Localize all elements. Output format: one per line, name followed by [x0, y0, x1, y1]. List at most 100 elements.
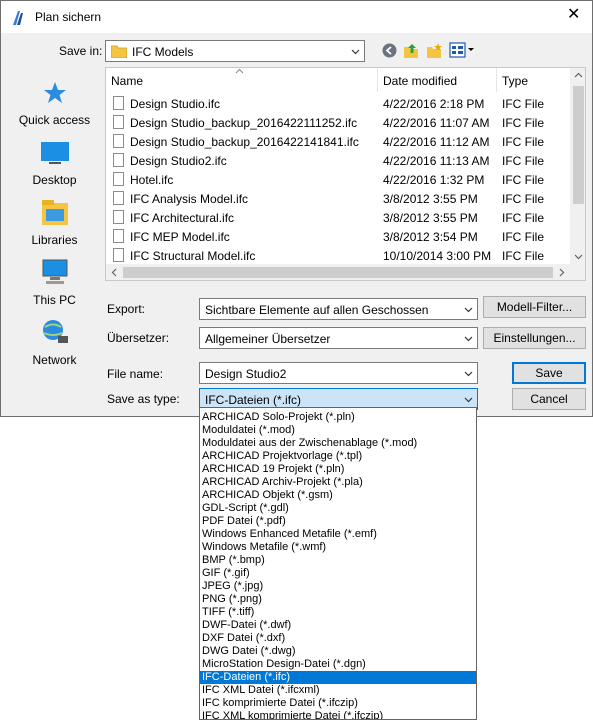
file-icon — [113, 191, 124, 205]
file-name: Design Studio_backup_2016422111252.ifc — [130, 116, 358, 130]
file-date: 3/8/2012 3:55 PM — [383, 211, 478, 225]
file-icon — [113, 96, 124, 110]
file-date: 4/22/2016 11:13 AM — [383, 154, 490, 168]
file-list-header: Name Date modified Type — [106, 68, 571, 92]
translator-combo[interactable]: Allgemeiner Übersetzer — [199, 327, 478, 349]
model-filter-button[interactable]: Modell-Filter... — [483, 296, 586, 318]
export-label: Export: — [107, 302, 146, 316]
file-date: 3/8/2012 3:55 PM — [383, 192, 478, 206]
file-type: IFC File — [502, 97, 544, 111]
file-type-option[interactable]: MicroStation Design-Datei (*.dgn) — [200, 658, 476, 671]
file-type-option[interactable]: Windows Metafile (*.wmf) — [200, 541, 476, 554]
place-label: Network — [32, 353, 77, 367]
place-desktop[interactable]: Desktop — [6, 135, 103, 193]
save-button[interactable]: Save — [512, 362, 586, 384]
file-name: IFC MEP Model.ifc — [130, 230, 230, 244]
column-header-date[interactable]: Date modified — [383, 74, 457, 88]
star-icon — [44, 82, 66, 103]
save-in-combo[interactable]: IFC Models — [105, 40, 365, 62]
file-type-option[interactable]: PDF Datei (*.pdf) — [200, 515, 476, 528]
export-value: Sichtbare Elemente auf allen Geschossen — [205, 303, 429, 317]
file-type: IFC File — [502, 173, 544, 187]
file-type-option[interactable]: PNG (*.png) — [200, 593, 476, 606]
file-type: IFC File — [502, 135, 544, 149]
file-type-option[interactable]: ARCHICAD Solo-Projekt (*.pln) — [200, 411, 476, 424]
file-type-option[interactable]: Windows Enhanced Metafile (*.emf) — [200, 528, 476, 541]
file-type-option[interactable]: ARCHICAD Archiv-Projekt (*.pla) — [200, 476, 476, 489]
file-type-option[interactable]: BMP (*.bmp) — [200, 554, 476, 567]
chevron-down-icon — [351, 49, 360, 55]
file-type-option[interactable]: ARCHICAD Projektvorlage (*.tpl) — [200, 450, 476, 463]
new-folder-icon[interactable] — [426, 42, 443, 59]
file-row[interactable]: IFC Architectural.ifc 3/8/2012 3:55 PM I… — [106, 208, 571, 227]
translator-label: Übersetzer: — [107, 331, 170, 345]
place-label: Quick access — [18, 113, 91, 127]
place-this-pc[interactable]: This PC — [6, 255, 103, 313]
file-row[interactable]: IFC MEP Model.ifc 3/8/2012 3:54 PM IFC F… — [106, 227, 571, 246]
file-row[interactable]: Design Studio_backup_2016422111252.ifc 4… — [106, 113, 571, 132]
column-header-type[interactable]: Type — [502, 74, 528, 88]
cancel-button[interactable]: Cancel — [512, 388, 586, 410]
scroll-up-icon[interactable] — [574, 72, 583, 78]
view-menu-icon[interactable] — [449, 42, 475, 58]
desktop-icon — [41, 142, 69, 164]
archicad-app-icon — [13, 11, 23, 25]
file-type-option[interactable]: GIF (*.gif) — [200, 567, 476, 580]
scroll-right-icon[interactable] — [559, 268, 565, 277]
window-title: Plan sichern — [35, 10, 102, 24]
horizontal-scrollbar[interactable] — [106, 264, 570, 280]
file-name: IFC Analysis Model.ifc — [130, 192, 249, 206]
chevron-down-icon — [464, 371, 473, 377]
settings-button[interactable]: Einstellungen... — [483, 327, 586, 349]
up-folder-icon[interactable] — [403, 42, 420, 59]
scroll-left-icon[interactable] — [111, 268, 117, 277]
file-name-value: Design Studio2 — [205, 367, 287, 381]
vertical-scroll-thumb[interactable] — [573, 86, 584, 204]
this-pc-icon — [42, 259, 68, 284]
file-row[interactable]: Hotel.ifc 4/22/2016 1:32 PM IFC File — [106, 170, 571, 189]
file-type-option[interactable]: Moduldatei (*.mod) — [200, 424, 476, 437]
file-type-option[interactable]: IFC XML Datei (*.ifcxml) — [200, 684, 476, 697]
file-row[interactable]: IFC Analysis Model.ifc 3/8/2012 3:55 PM … — [106, 189, 571, 208]
save-in-label: Save in: — [59, 44, 103, 58]
file-type-option[interactable]: GDL-Script (*.gdl) — [200, 502, 476, 515]
file-type-option[interactable]: Moduldatei aus der Zwischenablage (*.mod… — [200, 437, 476, 450]
place-quick-access[interactable]: Quick access — [6, 75, 103, 133]
file-row[interactable]: Design Studio_backup_2016422141841.ifc 4… — [106, 132, 571, 151]
file-name-label: File name: — [107, 367, 164, 381]
place-libraries[interactable]: Libraries — [6, 195, 103, 253]
file-row[interactable]: IFC Structural Model.ifc 10/10/2014 3:00… — [106, 246, 571, 265]
file-type-option[interactable]: DWG Datei (*.dwg) — [200, 645, 476, 658]
file-name: Design Studio2.ifc — [130, 154, 227, 168]
file-type-dropdown-list[interactable]: ARCHICAD Solo-Projekt (*.pln) Moduldatei … — [199, 407, 477, 720]
file-name-input[interactable]: Design Studio2 — [199, 362, 478, 384]
chevron-down-icon — [464, 336, 473, 342]
file-type-option[interactable]: DWF-Datei (*.dwf) — [200, 619, 476, 632]
file-list[interactable]: Name Date modified Type Design Studio.if… — [105, 67, 586, 281]
file-type-option[interactable]: IFC XML komprimierte Datei (*.ifczip) — [200, 710, 476, 719]
scroll-down-icon[interactable] — [574, 254, 583, 260]
file-row[interactable]: Design Studio.ifc 4/22/2016 2:18 PM IFC … — [106, 94, 571, 113]
file-type-option[interactable]: IFC-Dateien (*.ifc) — [200, 671, 476, 684]
file-type-option[interactable]: IFC komprimierte Datei (*.ifczip) — [200, 697, 476, 710]
close-icon[interactable]: ✕ — [567, 7, 580, 23]
network-icon — [43, 320, 68, 343]
place-network[interactable]: Network — [6, 315, 103, 373]
horizontal-scroll-thumb[interactable] — [123, 267, 553, 278]
file-type: IFC File — [502, 249, 544, 263]
file-type-option[interactable]: ARCHICAD 19 Projekt (*.pln) — [200, 463, 476, 476]
translator-value: Allgemeiner Übersetzer — [205, 332, 331, 346]
vertical-scrollbar[interactable] — [570, 68, 585, 264]
file-name: Hotel.ifc — [130, 173, 174, 187]
file-row[interactable]: Design Studio2.ifc 4/22/2016 11:13 AM IF… — [106, 151, 571, 170]
file-type-option[interactable]: TIFF (*.tiff) — [200, 606, 476, 619]
chevron-down-icon — [464, 307, 473, 313]
back-icon[interactable] — [382, 43, 397, 58]
file-type-option[interactable]: JPEG (*.jpg) — [200, 580, 476, 593]
place-label: Desktop — [32, 173, 77, 187]
file-type-option[interactable]: ARCHICAD Objekt (*.gsm) — [200, 489, 476, 502]
export-combo[interactable]: Sichtbare Elemente auf allen Geschossen — [199, 298, 478, 320]
file-type-option[interactable]: DXF Datei (*.dxf) — [200, 632, 476, 645]
column-header-name[interactable]: Name — [111, 74, 143, 88]
file-name: IFC Architectural.ifc — [130, 211, 235, 225]
